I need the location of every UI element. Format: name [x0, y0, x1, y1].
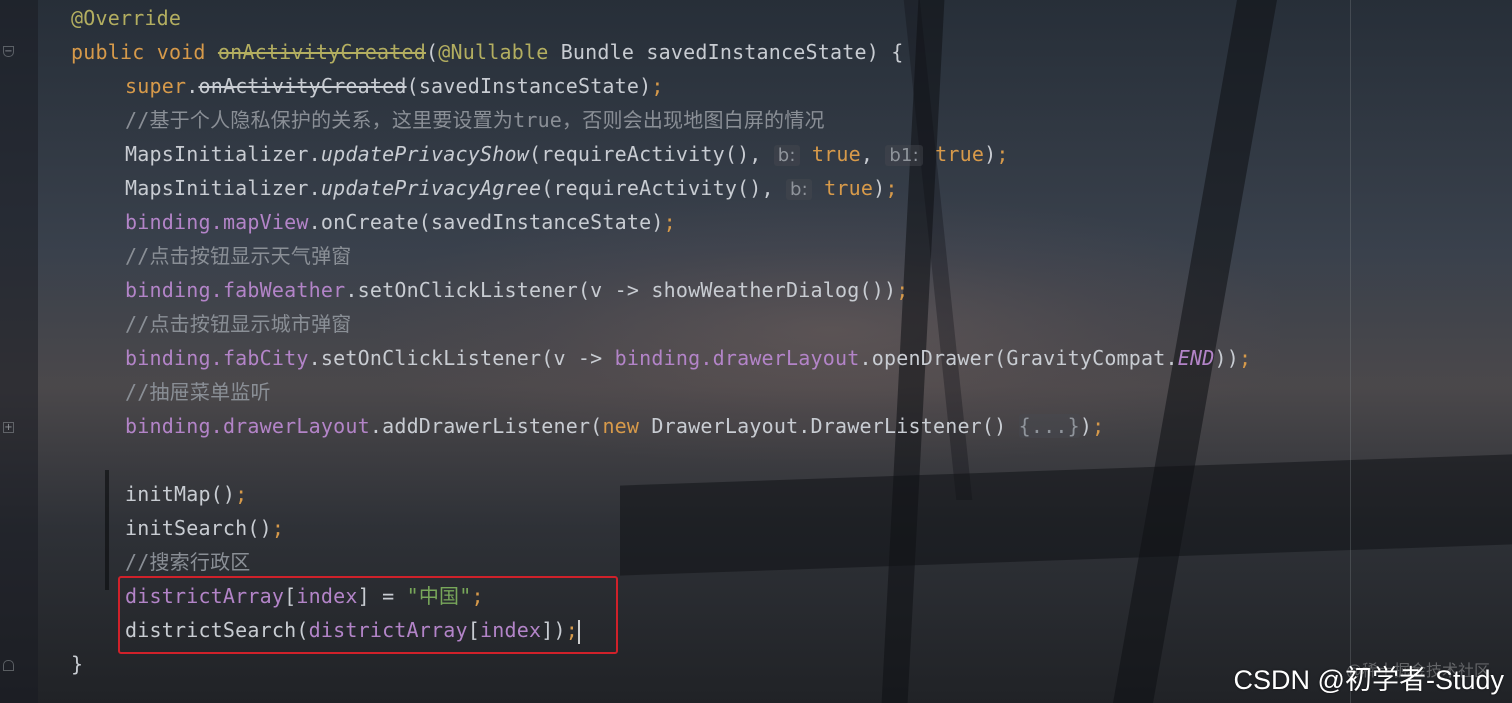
code-comment: //抽屉菜单监听 [125, 380, 271, 404]
code-token: (requireActivity(), [528, 142, 774, 166]
field-name: mapView [222, 210, 309, 234]
field-binding: binding. [125, 210, 223, 234]
parameter-hint: b1: [885, 145, 923, 166]
static-constant: END [1177, 346, 1215, 370]
annotation-override: @Override [71, 6, 182, 30]
code-token: .onCreate(savedInstanceState) [308, 210, 664, 234]
semicolon: ; [996, 142, 1009, 166]
code-line-9: binding.fabWeather.setOnClickListener(v … [125, 273, 908, 307]
semicolon: ; [271, 516, 285, 540]
code-token: Bundle savedInstanceState) { [548, 40, 904, 64]
code-line-6: MapsInitializer.updatePrivacyAgree(requi… [125, 171, 898, 205]
code-token: .setOnClickListener(v -> [308, 346, 615, 370]
code-token: MapsInitializer. [125, 176, 321, 200]
code-token: initSearch() [125, 516, 272, 540]
field-binding: binding. [125, 346, 223, 370]
method-name: onActivityCreated [217, 40, 427, 64]
semicolon: ; [1092, 414, 1105, 438]
code-line-3: super.onActivityCreated(savedInstanceSta… [125, 69, 664, 103]
code-token: MapsInitializer. [125, 142, 321, 166]
fold-collapse-icon[interactable]: − [3, 46, 14, 57]
code-comment: //搜索行政区 [125, 550, 251, 574]
field-name: drawerLayout [712, 346, 860, 370]
code-token: ( [426, 40, 439, 64]
deprecated-method: onActivityCreated [198, 74, 407, 98]
code-token: .openDrawer(GravityCompat. [859, 346, 1178, 370]
semicolon: ; [235, 482, 248, 506]
field-binding: binding. [614, 346, 713, 370]
field-binding: binding. [125, 414, 223, 438]
code-line-7: binding.mapView.onCreate(savedInstanceSt… [125, 205, 676, 239]
keyword-new: new [602, 414, 640, 438]
field-name: fabWeather [222, 278, 346, 302]
code-line-11: binding.fabCity.setOnClickListener(v -> … [125, 341, 1251, 375]
code-token: DrawerLayout.DrawerListener() [639, 414, 1019, 438]
code-token: ) [984, 142, 997, 166]
background-pole [105, 470, 109, 590]
fold-end-icon[interactable] [3, 660, 14, 671]
watermark-csdn: CSDN @初学者-Study [1233, 665, 1504, 695]
keyword-true: true [811, 176, 874, 200]
static-method: updatePrivacyAgree [320, 176, 542, 200]
semicolon: ; [663, 210, 676, 234]
semicolon: ; [896, 278, 909, 302]
code-comment: //点击按钮显示城市弹窗 [125, 312, 352, 336]
code-line-15: initMap(); [125, 477, 247, 511]
semicolon: ; [885, 176, 898, 200]
keyword-public: public [71, 40, 145, 64]
code-token: (savedInstanceState) [406, 74, 652, 98]
code-token: ) [1079, 414, 1093, 438]
keyword-void: void [156, 40, 206, 64]
code-token: , [860, 142, 886, 166]
semicolon: ; [651, 74, 664, 98]
code-line-2: public void onActivityCreated(@Nullable … [71, 35, 903, 69]
code-token: ) [873, 176, 886, 200]
highlight-box [118, 576, 618, 654]
code-comment: //点击按钮显示天气弹窗 [125, 244, 352, 268]
code-token: . [186, 74, 199, 98]
keyword-true: true [922, 142, 985, 166]
code-token: .setOnClickListener(v -> showWeatherDial… [345, 278, 897, 302]
static-method: updatePrivacyShow [320, 142, 529, 166]
code-token: )) [1214, 346, 1239, 370]
annotation-nullable: @Nullable [438, 40, 549, 64]
right-margin-guide [1350, 0, 1351, 703]
field-name: fabCity [222, 346, 309, 370]
keyword-true: true [799, 142, 861, 166]
parameter-hint: b: [786, 179, 812, 200]
fold-expand-icon[interactable]: + [3, 422, 14, 433]
code-line-13: binding.drawerLayout.addDrawerListener(n… [125, 409, 1104, 443]
field-name: drawerLayout [222, 414, 370, 438]
keyword-super: super [125, 74, 187, 98]
field-binding: binding. [125, 278, 223, 302]
code-line-16: initSearch(); [125, 511, 284, 545]
code-token: .addDrawerListener( [369, 414, 603, 438]
code-token: (requireActivity(), [541, 176, 787, 200]
code-line-20: } [71, 652, 84, 676]
parameter-hint: b: [773, 145, 800, 166]
code-comment: //基于个人隐私保护的关系，这里要设置为true，否则会出现地图白屏的情况 [125, 108, 825, 132]
code-line-1: @Override [71, 1, 181, 35]
folded-code-block[interactable]: {...} [1018, 414, 1080, 438]
semicolon: ; [1239, 346, 1252, 370]
code-line-5: MapsInitializer.updatePrivacyShow(requir… [125, 137, 1009, 171]
code-token: initMap() [125, 482, 236, 506]
editor-gutter [0, 0, 38, 703]
